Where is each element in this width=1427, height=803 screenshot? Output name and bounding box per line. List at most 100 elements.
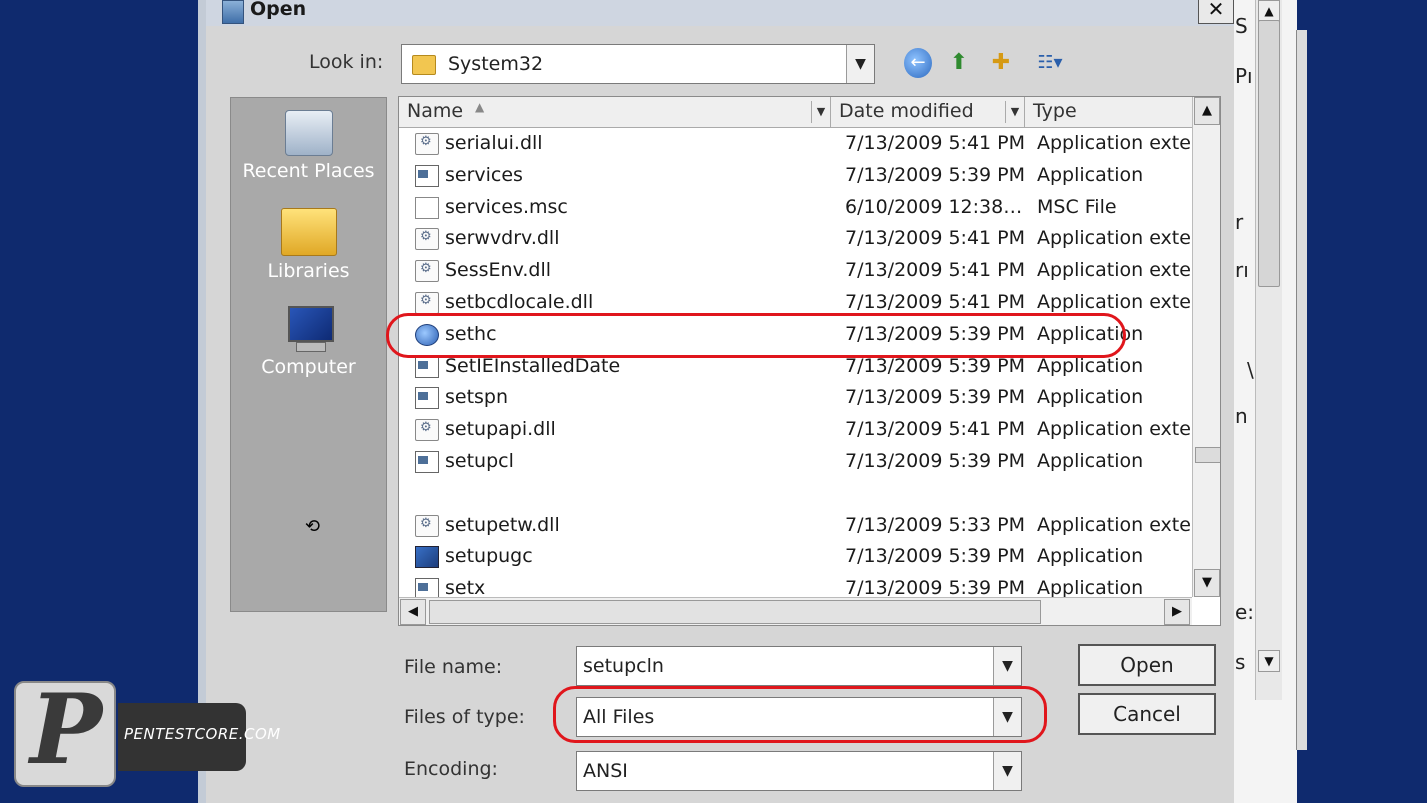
open-dialog: Open ✕ Look in: System32 ▼ ← ⬆ ✚ ☷▾ Rece… [198,0,1234,803]
bg-scrollbar[interactable]: ▲ ▼ [1255,0,1282,700]
file-date-cell: 7/13/2009 5:33 PM [845,513,1026,536]
cancel-button-label: Cancel [1113,702,1181,726]
column-dropdown-icon[interactable]: ▼ [811,101,830,123]
open-button-label: Open [1120,653,1174,677]
file-row[interactable]: services 7/13/2009 5:39 PM Application [399,161,1192,193]
file-name-cell: setupugc [445,545,533,568]
file-name-cell: setupcl [445,450,514,472]
encoding-label: Encoding: [404,758,498,780]
hscroll-thumb[interactable] [429,600,1041,624]
cancel-button[interactable]: Cancel [1078,693,1216,735]
bg-scroll-thumb[interactable] [1258,20,1280,287]
file-type-cell: Application [1037,322,1144,345]
bg-scroll-down-icon[interactable]: ▼ [1258,650,1280,672]
files-of-type-select[interactable]: All Files ▼ [576,697,1022,737]
bg-text-fragment: e: [1235,600,1255,624]
file-name-label: File name: [404,656,503,678]
file-date-cell: 7/13/2009 5:41 PM [845,291,1026,313]
look-in-combo[interactable]: System32 ▼ [401,44,875,84]
bg-text-fragment: Pı [1235,64,1253,88]
chevron-down-icon[interactable]: ▼ [993,647,1021,685]
file-row[interactable]: setupcl 7/13/2009 5:39 PM Application [399,447,1192,479]
bg-text-fragment: S [1235,14,1248,38]
dialog-icon [222,0,244,24]
file-type-cell: Application [1037,354,1144,377]
file-name-cell: sethc [445,322,497,345]
file-name-input[interactable]: setupcln ▼ [576,646,1022,686]
file-date-cell: 7/13/2009 5:39 PM [845,450,1026,472]
place-libraries[interactable]: Libraries [231,208,386,282]
file-date-cell: 7/13/2009 5:39 PM [845,354,1026,377]
file-row[interactable] [399,479,1192,511]
bg-text-fragment: rı [1235,258,1249,282]
encoding-select[interactable]: ANSI ▼ [576,751,1022,791]
file-dll-icon [415,292,439,314]
logo-letter: P [30,673,103,786]
column-date-modified[interactable]: Date modified ▼ [831,97,1025,127]
pentestcore-logo: P PENTESTCORE.COM [14,673,280,787]
place-label: Libraries [267,260,350,282]
file-date-cell: 7/13/2009 5:39 PM [845,163,1026,186]
place-label: Recent Places [242,160,375,182]
column-dropdown-icon[interactable]: ▼ [1005,101,1024,123]
file-type-cell: MSC File [1037,195,1117,218]
file-pc-icon [415,546,439,569]
logo-badge: P [14,673,116,787]
file-name-value: setupcln [583,655,664,677]
file-name-cell: services.msc [445,195,568,218]
column-type[interactable]: Type [1025,97,1192,127]
file-app-icon [415,355,439,378]
vertical-scrollbar[interactable]: ▲ ▼ [1192,97,1220,597]
file-row[interactable]: setupapi.dll 7/13/2009 5:41 PM Application… [399,415,1210,447]
new-folder-icon[interactable]: ✚ [986,48,1016,78]
file-type-cell: Application exte… [1037,132,1210,154]
file-app-icon [415,164,439,187]
column-type-label: Type [1033,100,1077,122]
file-date-cell: 7/13/2009 5:41 PM [845,227,1026,250]
scroll-right-icon[interactable]: ▶ [1164,599,1190,625]
bg-scroll-up-icon[interactable]: ▲ [1258,0,1280,22]
file-row[interactable]: sethc 7/13/2009 5:39 PM Application [399,320,1192,352]
chevron-down-icon[interactable]: ▼ [993,698,1021,736]
horizontal-scrollbar[interactable]: ◀ ▶ [399,597,1192,625]
file-row[interactable]: SessEnv.dll 7/13/2009 5:41 PM Application … [399,256,1210,288]
place-computer[interactable]: Computer [231,306,386,378]
file-row[interactable]: setupugc 7/13/2009 5:39 PM Application [399,542,1192,574]
file-row[interactable]: serwvdrv.dll 7/13/2009 5:41 PM Application… [399,224,1210,256]
file-row[interactable]: services.msc 6/10/2009 12:38… MSC File [399,193,1192,225]
file-date-cell: 7/13/2009 5:41 PM [845,132,1026,154]
file-date-cell: 7/13/2009 5:41 PM [845,418,1026,441]
bg-text-fragment: s [1235,650,1246,674]
column-date-label: Date modified [839,100,974,122]
file-type-cell: Application exte… [1037,259,1210,282]
scroll-up-icon[interactable]: ▲ [1194,97,1220,125]
file-type-cell: Application exte… [1037,513,1210,536]
file-row[interactable]: serialui.dll 7/13/2009 5:41 PM Application… [399,129,1210,161]
file-row[interactable]: setspn 7/13/2009 5:39 PM Application [399,383,1192,415]
scroll-down-icon[interactable]: ▼ [1194,569,1220,597]
file-row[interactable]: setupetw.dll 7/13/2009 5:33 PM Application… [399,511,1210,543]
libraries-icon [280,208,337,256]
scroll-thumb[interactable] [1195,447,1220,463]
file-name-cell: setupetw.dll [445,513,560,536]
chevron-down-icon[interactable]: ▼ [993,752,1021,790]
background-window: S Pı r rı \ n e: s ▲ ▼ [1226,0,1297,803]
file-date-cell: 6/10/2009 12:38… [845,195,1023,218]
file-name-cell: setspn [445,386,509,409]
file-row[interactable]: setbcdlocale.dll 7/13/2009 5:41 PM Applica… [399,288,1210,320]
scroll-left-icon[interactable]: ◀ [400,599,426,625]
view-menu-icon[interactable]: ☷▾ [1030,48,1070,78]
place-recent-places[interactable]: Recent Places [231,110,386,182]
close-button[interactable]: ✕ [1198,0,1234,24]
file-type-cell: Application [1037,450,1144,472]
title-bar[interactable]: Open ✕ [206,0,1234,26]
chevron-down-icon[interactable]: ▼ [846,45,874,83]
bg-text-fragment: n [1235,404,1248,428]
file-row[interactable]: SetIEInstalledDate 7/13/2009 5:39 PM Appli… [399,352,1192,384]
up-folder-icon[interactable]: ⬆ [946,48,972,78]
open-button[interactable]: Open [1078,644,1216,686]
column-name[interactable]: Name ▲ ▼ [399,97,831,127]
file-type-cell: Application exte… [1037,418,1210,441]
back-icon[interactable]: ← [904,48,932,78]
file-date-cell: 7/13/2009 5:41 PM [845,259,1026,282]
